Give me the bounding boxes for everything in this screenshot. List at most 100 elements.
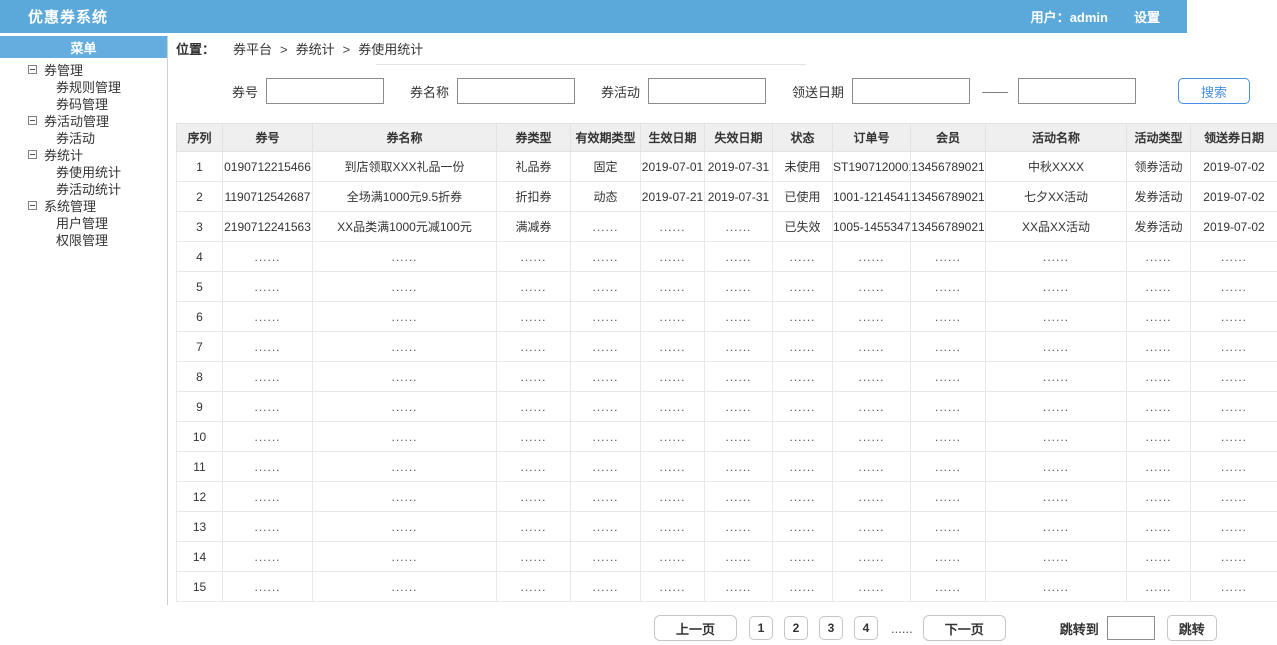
table-cell: ...... [704,301,773,332]
column-header: 活动名称 [985,123,1127,152]
table-cell: ...... [312,271,497,302]
table-cell: ...... [222,571,313,602]
table-cell: ...... [570,391,641,422]
table-cell: ...... [772,271,833,302]
tree-collapse-icon[interactable] [28,65,37,74]
table-cell: ...... [570,301,641,332]
table-cell: 12 [176,481,223,512]
sidebar-item-group[interactable]: 券统计 [0,146,167,163]
search-field-input[interactable] [266,78,385,104]
sidebar-item-child[interactable]: 用户管理 [0,214,167,231]
tree-collapse-icon[interactable] [28,150,37,159]
table-cell: ...... [1126,571,1191,602]
date-from-input[interactable] [852,78,971,104]
page-number-button[interactable]: 1 [749,616,774,640]
breadcrumb-prefix: 位置： [176,41,216,57]
table-row: 5.......................................… [176,271,1277,302]
sidebar-item-group[interactable]: 券活动管理 [0,112,167,129]
sidebar-item-group[interactable]: 系统管理 [0,197,167,214]
user-label: 用户： [1030,10,1070,25]
search-field-input[interactable] [457,78,576,104]
search-field-input[interactable] [648,78,767,104]
sidebar-item-child[interactable]: 券活动 [0,129,167,146]
breadcrumb-item[interactable]: 券统计 [296,42,335,57]
header-right: 用户：admin 设置 [1031,7,1187,26]
column-header: 生效日期 [640,123,705,152]
table-cell: 已使用 [772,181,833,212]
sidebar-item-child[interactable]: 权限管理 [0,231,167,248]
main-content: 位置： 券平台 > 券统计 > 券使用统计 券号 券名称 券活动 领送日期 —— 搜索 序列… [176,36,1277,641]
table-cell: ...... [570,481,641,512]
table-cell: 领券活动 [1126,151,1191,182]
app-title: 优惠券系统 [28,9,109,26]
jump-page-input[interactable] [1106,616,1155,640]
table-cell: ...... [222,361,313,392]
table-cell: ...... [832,331,911,362]
table-cell: ...... [312,241,497,272]
column-header: 领送券日期 [1190,123,1277,152]
table-cell: ...... [704,511,773,542]
page-number-buttons: 1234 [749,616,889,640]
table-cell: ...... [772,331,833,362]
page-number-button[interactable]: 2 [784,616,809,640]
breadcrumb-item[interactable]: 券使用统计 [358,42,423,57]
breadcrumb-items: 券平台 > 券统计 > 券使用统计 [229,39,427,58]
table-cell: 15 [176,571,223,602]
table-cell: ...... [222,391,313,422]
sidebar-item-child[interactable]: 券活动统计 [0,180,167,197]
sidebar-item-child[interactable]: 券使用统计 [0,163,167,180]
tree-collapse-icon[interactable] [28,201,37,210]
table-cell: 8 [176,361,223,392]
search-button[interactable]: 搜索 [1178,78,1251,104]
table-row: 13......................................… [176,511,1277,542]
table-cell: ...... [312,301,497,332]
next-page-button[interactable]: 下一页 [922,615,1006,641]
app-header: 优惠券系统 用户：admin 设置 [0,0,1187,33]
table-cell: ...... [910,271,986,302]
table-cell: ...... [832,391,911,422]
table-cell: ...... [640,241,705,272]
sidebar-divider [167,36,168,605]
table-cell: 1001-1214541 [832,181,911,212]
table-cell: ...... [832,361,911,392]
table-cell: ...... [704,241,773,272]
table-cell: ...... [570,421,641,452]
tree-collapse-icon[interactable] [28,116,37,125]
table-row: 12......................................… [176,481,1277,512]
sidebar-item-child[interactable]: 券规则管理 [0,78,167,95]
table-cell: ...... [704,271,773,302]
column-header: 失效日期 [704,123,773,152]
table-cell: 11 [176,451,223,482]
table-cell: ...... [832,481,911,512]
table-cell: ...... [222,511,313,542]
sidebar-item-group[interactable]: 券管理 [0,61,167,78]
prev-page-button[interactable]: 上一页 [654,615,738,641]
settings-link[interactable]: 设置 [1134,7,1160,26]
table-cell: ...... [772,451,833,482]
table-cell: ...... [640,421,705,452]
breadcrumb-separator: > [280,41,288,57]
jump-button[interactable]: 跳转 [1166,615,1217,641]
table-cell: 未使用 [772,151,833,182]
page-number-button[interactable]: 3 [819,616,844,640]
date-to-input[interactable] [1018,78,1137,104]
table-cell: ...... [312,451,497,482]
table-cell: ...... [985,361,1127,392]
page-number-button[interactable]: 4 [854,616,879,640]
table-row: 6.......................................… [176,301,1277,332]
table-row: 11......................................… [176,451,1277,482]
table-cell: ...... [1126,391,1191,422]
column-header: 订单号 [832,123,911,152]
table-cell: ...... [985,301,1127,332]
table-cell: ...... [570,541,641,572]
breadcrumb-item[interactable]: 券平台 [233,42,272,57]
sidebar-item-child[interactable]: 券码管理 [0,95,167,112]
table-cell: ...... [312,541,497,572]
table-row: 14......................................… [176,541,1277,572]
jump-group: 跳转到 跳转 [1060,615,1217,641]
table-cell: ...... [570,241,641,272]
table-cell: 满减券 [496,211,571,242]
table-cell: ...... [985,541,1127,572]
table-cell: 1005-1455347 [832,211,911,242]
table-cell: ...... [704,421,773,452]
